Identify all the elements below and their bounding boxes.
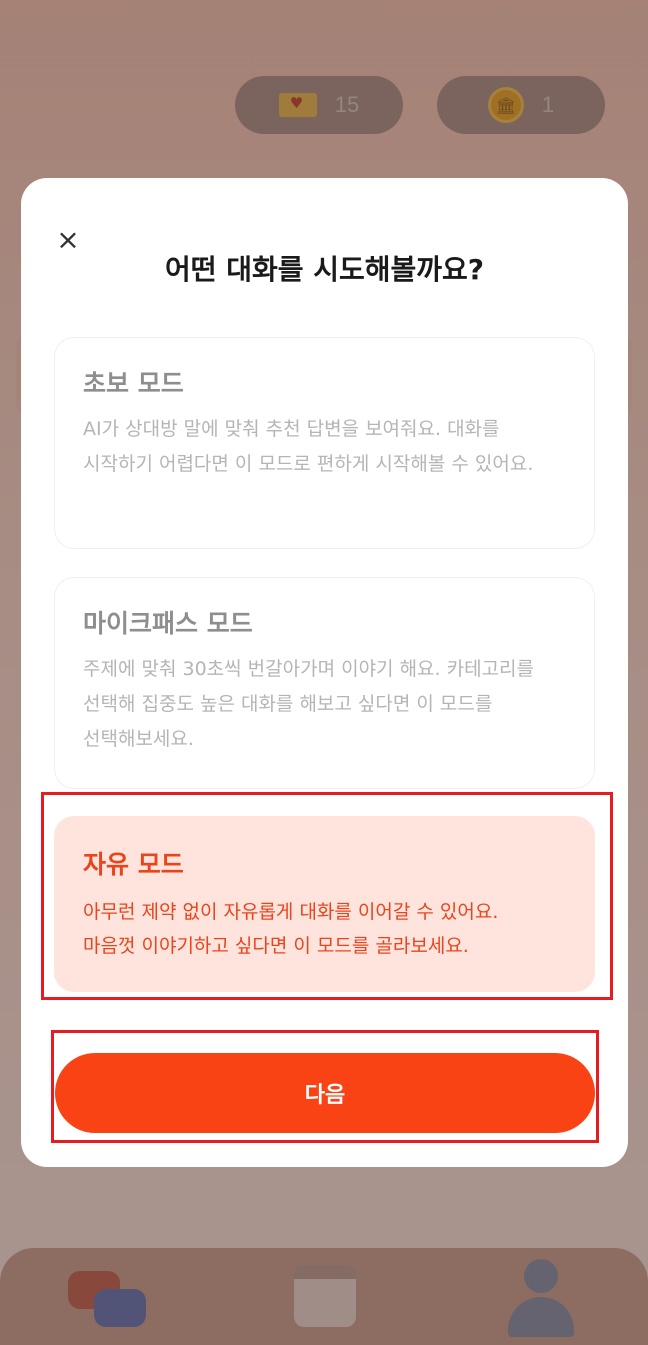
mode-card-micpass[interactable]: 마이크패스 모드 주제에 맞춰 30초씩 번갈아가며 이야기 해요. 카테고리를… [54,577,595,789]
mode-description: 주제에 맞춰 30초씩 번갈아가며 이야기 해요. 카테고리를 선택해 집중도 … [83,658,535,750]
mode-name: 마이크패스 모드 [83,609,253,638]
mode-name: 초보 모드 [83,369,184,398]
mode-description: AI가 상대방 말에 맞춰 추천 답변을 보여줘요. 대화를 시작하기 어렵다면… [83,418,534,475]
highlight-box [51,1030,599,1143]
mode-select-modal: × 어떤 대화를 시도해볼까요? 초보 모드 AI가 상대방 말에 맞춰 추천 … [21,178,628,1167]
highlight-box [41,792,613,1000]
modal-title: 어떤 대화를 시도해볼까요? [164,253,485,286]
mode-card-beginner[interactable]: 초보 모드 AI가 상대방 말에 맞춰 추천 답변을 보여줘요. 대화를 시작하… [54,337,595,549]
